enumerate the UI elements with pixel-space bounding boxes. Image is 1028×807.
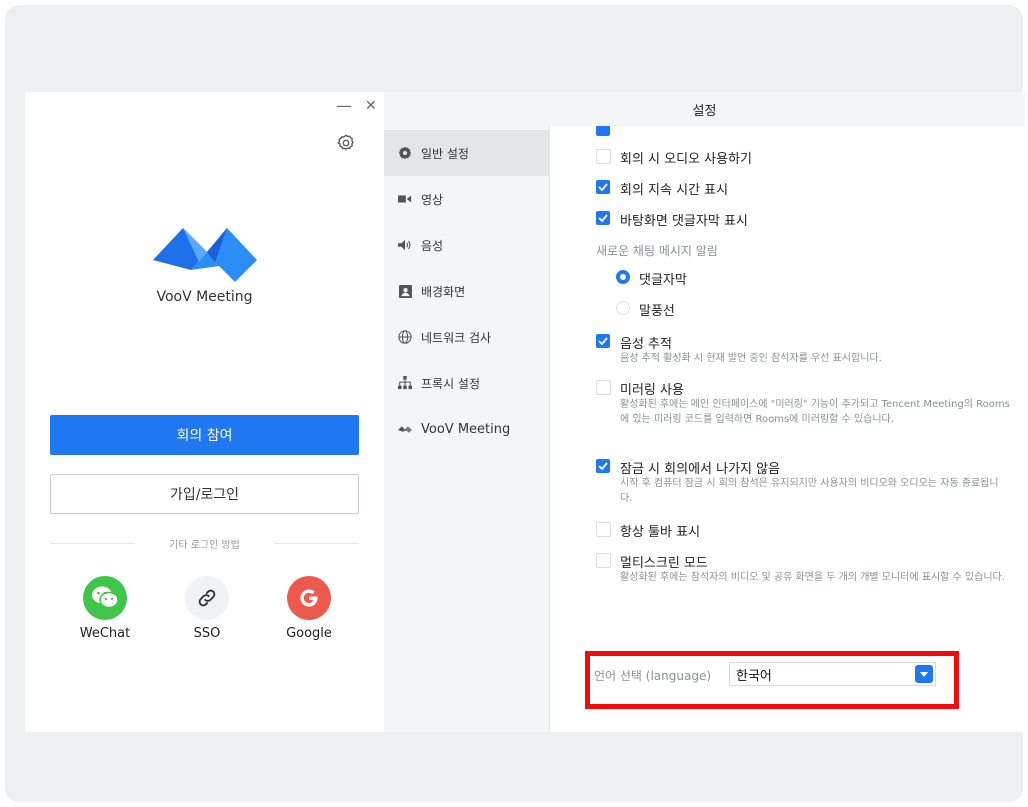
- voice-tracking-checkbox[interactable]: [596, 334, 610, 348]
- app-name: VooV Meeting: [156, 289, 253, 305]
- toolbar-checkbox[interactable]: [596, 522, 611, 537]
- nav-general-settings[interactable]: 일반 설정: [384, 130, 549, 176]
- chat-notification-section: 새로운 채팅 메시지 알림: [596, 244, 718, 258]
- chevron-down-icon[interactable]: [915, 665, 933, 683]
- mirroring-label: 미러링 사용: [620, 383, 684, 398]
- settings-title-bar: 설정: [384, 92, 1025, 126]
- radio-danmaku[interactable]: [616, 270, 630, 284]
- show-duration-label: 회의 지속 시간 표시: [620, 183, 729, 198]
- nav-voov-meeting[interactable]: VooV Meeting: [384, 406, 549, 452]
- wechat-icon: [83, 576, 127, 620]
- nav-video[interactable]: 영상: [384, 176, 549, 222]
- other-login-divider: 기타 로그인 방법: [50, 536, 360, 551]
- sso-label: SSO: [193, 626, 221, 641]
- speaker-icon: [397, 237, 413, 253]
- gear-icon[interactable]: [336, 133, 356, 153]
- voov-logo-icon: [153, 222, 257, 282]
- nav-proxy-settings[interactable]: 프록시 설정: [384, 360, 549, 406]
- radio-bubble[interactable]: [616, 301, 630, 315]
- mirroring-description: 활성화된 후에는 메인 인터페이스에 "미러링" 기능이 추가되고 Tencen…: [620, 399, 1010, 425]
- radio-danmaku-label: 댓글자막: [639, 273, 687, 288]
- desktop-danmaku-label: 바탕화면 댓글자막 표시: [620, 214, 748, 229]
- nav-label: 영상: [421, 192, 444, 207]
- lock-stay-checkbox[interactable]: [596, 459, 610, 473]
- nav-network-check[interactable]: 네트워크 검사: [384, 314, 549, 360]
- toolbar-label: 항상 툴바 표시: [620, 525, 701, 540]
- lock-stay-description: 시작 후 컴퓨터 잠금 시 회의 참석은 유지되지만 사용자의 비디오와 오디오…: [620, 478, 999, 504]
- link-icon: [185, 576, 229, 620]
- checkbox-scrolled-off[interactable]: [596, 126, 610, 136]
- multiscreen-label: 멀티스크린 모드: [620, 556, 708, 571]
- wechat-login-button[interactable]: WeChat: [65, 576, 145, 641]
- wechat-label: WeChat: [79, 626, 131, 641]
- gear-icon: [397, 145, 413, 161]
- settings-title: 설정: [692, 103, 717, 119]
- sso-login-button[interactable]: SSO: [167, 576, 247, 641]
- settings-sidebar: 일반 설정 영상 음성 배경화면 네트워크 검사 프록시 설정 VooV Mee…: [384, 126, 550, 732]
- divider-line: [273, 543, 360, 544]
- lock-stay-label: 잠금 시 회의에서 나가지 않음: [620, 462, 781, 477]
- radio-bubble-label: 말풍선: [639, 304, 675, 319]
- voice-tracking-label: 음성 추적: [620, 337, 672, 352]
- join-meeting-button[interactable]: 회의 참여: [50, 415, 359, 455]
- nav-audio[interactable]: 음성: [384, 222, 549, 268]
- language-label: 언어 선택 (language): [594, 669, 712, 683]
- mirroring-checkbox[interactable]: [596, 380, 611, 395]
- divider-line: [50, 543, 136, 544]
- signup-login-button[interactable]: 가입/로그인: [50, 474, 359, 514]
- nav-label: 프록시 설정: [421, 376, 481, 391]
- general-settings-content: 회의 시 오디오 사용하기 회의 지속 시간 표시 바탕화면 댓글자막 표시 새…: [550, 126, 1025, 732]
- login-panel: — ✕ VooV Meeting 회의 참여 가입/로그인 기타 로그인 방법: [25, 92, 384, 732]
- desktop-danmaku-checkbox[interactable]: [596, 211, 610, 225]
- multiscreen-checkbox[interactable]: [596, 553, 611, 568]
- audio-on-join-label: 회의 시 오디오 사용하기: [620, 152, 752, 167]
- nav-label: 일반 설정: [421, 146, 469, 161]
- voice-tracking-description: 음성 추적 활성화 시 현재 발언 중인 참석자를 우선 표시합니다.: [620, 353, 882, 364]
- language-select[interactable]: 한국어: [729, 662, 936, 686]
- settings-window: 설정 일반 설정 영상 음성 배경화면 네트워크 검사 프록시 설정 VooV …: [384, 92, 1025, 732]
- voov-logo-icon: [397, 421, 413, 437]
- network-icon: [397, 375, 413, 391]
- nav-label: 네트워크 검사: [421, 330, 492, 345]
- minimize-icon[interactable]: —: [336, 98, 352, 114]
- globe-icon: [397, 329, 413, 345]
- multiscreen-description: 활성화된 후에는 참석자의 비디오 및 공유 화면을 두 개의 개별 모니터에 …: [620, 572, 1005, 583]
- google-label: Google: [286, 626, 332, 641]
- nav-label: 음성: [421, 238, 444, 253]
- app-window: — ✕ VooV Meeting 회의 참여 가입/로그인 기타 로그인 방법: [25, 92, 1025, 732]
- google-icon: [287, 576, 331, 620]
- nav-label: VooV Meeting: [421, 421, 511, 437]
- other-login-label: 기타 로그인 방법: [169, 540, 240, 551]
- video-icon: [397, 191, 413, 207]
- close-icon[interactable]: ✕: [365, 98, 377, 114]
- audio-on-join-checkbox[interactable]: [596, 149, 611, 164]
- nav-label: 배경화면: [421, 284, 466, 299]
- background-icon: [397, 283, 413, 299]
- language-value: 한국어: [736, 668, 772, 684]
- google-login-button[interactable]: Google: [269, 576, 349, 641]
- nav-background[interactable]: 배경화면: [384, 268, 549, 314]
- show-duration-checkbox[interactable]: [596, 180, 610, 194]
